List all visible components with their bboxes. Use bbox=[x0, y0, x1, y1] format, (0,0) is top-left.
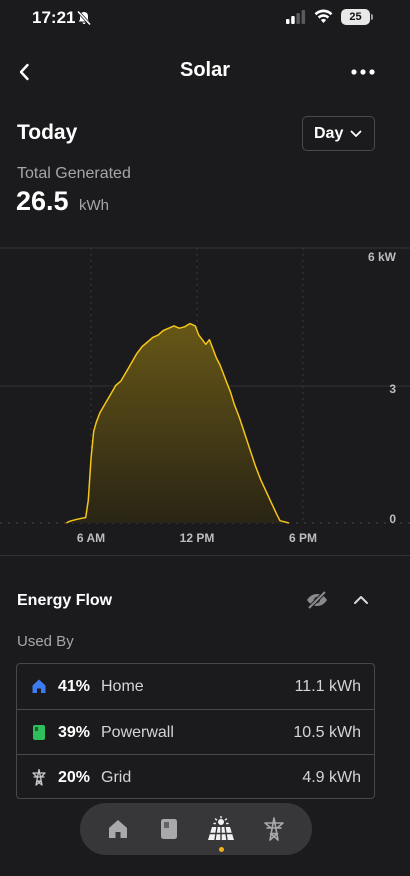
section-divider bbox=[0, 555, 410, 556]
flow-value: 4.9 kWh bbox=[302, 769, 361, 786]
hide-button[interactable] bbox=[304, 588, 330, 612]
x-tick-label: 6 PM bbox=[289, 531, 317, 545]
bottom-tab-bar bbox=[80, 803, 312, 855]
flow-row-powerwall[interactable]: 39% Powerwall 10.5 kWh bbox=[17, 709, 374, 754]
eye-off-icon bbox=[307, 590, 327, 610]
solar-icon bbox=[208, 816, 234, 841]
flow-percent: 41% bbox=[58, 678, 91, 695]
flow-label: Powerwall bbox=[101, 724, 174, 741]
flow-label: Home bbox=[101, 678, 144, 695]
chevron-down-icon bbox=[350, 130, 362, 137]
tab-home[interactable] bbox=[104, 815, 132, 843]
flow-value: 11.1 kWh bbox=[294, 678, 361, 695]
generation-area bbox=[66, 323, 289, 523]
y-tick-label: 0 bbox=[389, 512, 396, 526]
home-icon bbox=[109, 820, 127, 838]
y-tick-label: 6 kW bbox=[368, 250, 397, 264]
x-tick-label: 12 PM bbox=[180, 531, 215, 545]
cellular-signal-icon bbox=[286, 10, 306, 29]
energy-flow-title: Energy Flow bbox=[17, 592, 113, 609]
battery-tip bbox=[371, 14, 373, 20]
powerwall-icon bbox=[161, 819, 177, 839]
flow-value: 10.5 kWh bbox=[293, 724, 361, 741]
status-bar: 17:21 25 bbox=[0, 0, 410, 36]
y-tick-label: 3 bbox=[389, 382, 396, 396]
flow-row-home[interactable]: 41% Home 11.1 kWh bbox=[17, 664, 374, 709]
flow-label: Grid bbox=[101, 769, 132, 786]
flow-percent: 20% bbox=[58, 769, 91, 786]
collapse-button[interactable] bbox=[350, 588, 372, 612]
period-dropdown[interactable]: Day bbox=[302, 116, 375, 151]
grid-tower-icon bbox=[30, 768, 48, 786]
more-icon bbox=[351, 69, 375, 75]
flow-percent: 39% bbox=[58, 724, 91, 741]
chevron-up-icon bbox=[354, 596, 368, 604]
more-options-button[interactable] bbox=[348, 58, 378, 86]
solar-chart-svg: 6 kW 3 0 6 AM 12 PM 6 PM bbox=[0, 247, 410, 545]
total-generated-value: 26.5 bbox=[16, 186, 69, 216]
solar-chart[interactable]: 6 kW 3 0 6 AM 12 PM 6 PM bbox=[0, 240, 410, 558]
nav-header: Solar bbox=[0, 52, 410, 92]
tab-solar[interactable] bbox=[207, 815, 235, 843]
status-time: 17:21 bbox=[32, 8, 76, 27]
tab-grid[interactable] bbox=[260, 815, 288, 843]
active-tab-indicator bbox=[219, 847, 224, 852]
period-title: Today bbox=[17, 121, 78, 144]
energy-flow-table: 41% Home 11.1 kWh 39% Powerwall 10.5 kWh… bbox=[16, 663, 375, 799]
home-icon bbox=[30, 677, 48, 695]
total-generated-label: Total Generated bbox=[17, 165, 131, 182]
battery-indicator: 25 bbox=[341, 9, 370, 25]
x-tick-label: 6 AM bbox=[77, 531, 105, 545]
tab-powerwall[interactable] bbox=[155, 815, 183, 843]
grid-tower-icon bbox=[264, 817, 284, 841]
period-dropdown-value: Day bbox=[314, 124, 344, 142]
silent-mode-icon bbox=[76, 10, 92, 31]
wifi-icon bbox=[314, 9, 333, 29]
powerwall-icon bbox=[30, 723, 48, 741]
used-by-label: Used By bbox=[17, 633, 74, 650]
total-generated-unit: kWh bbox=[79, 197, 109, 214]
flow-row-grid[interactable]: 20% Grid 4.9 kWh bbox=[17, 754, 374, 799]
